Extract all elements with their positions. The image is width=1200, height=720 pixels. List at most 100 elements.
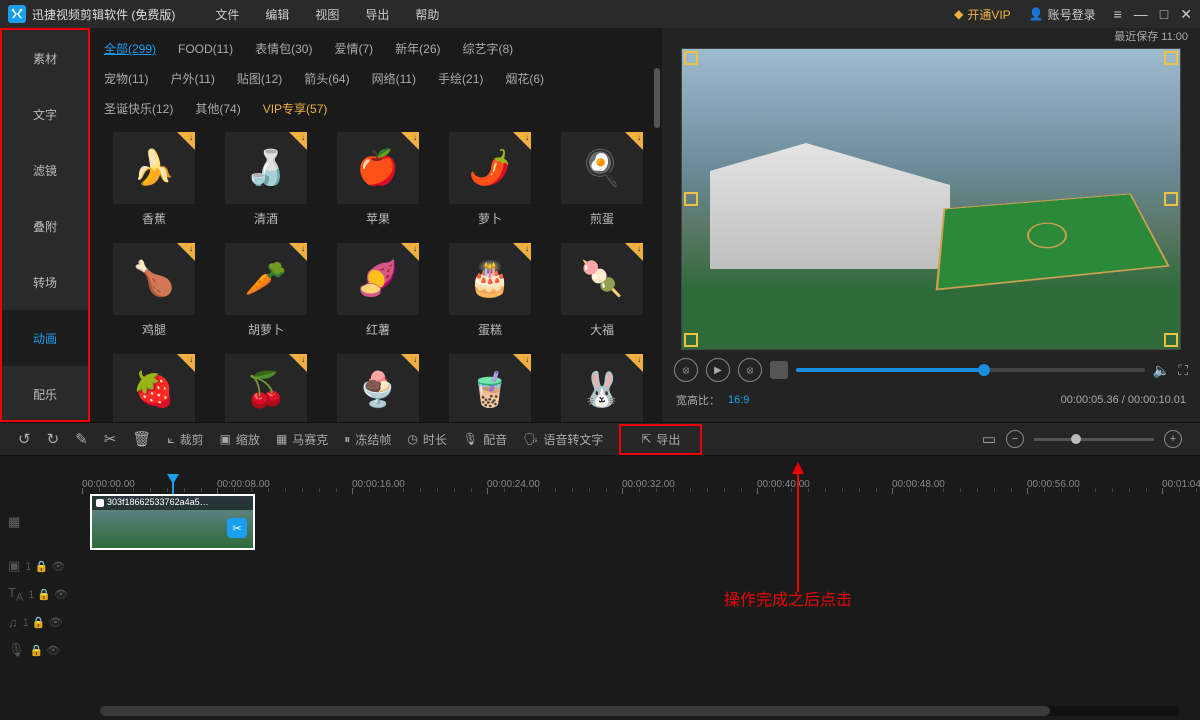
crop-handle[interactable] [684, 51, 698, 65]
asset-item[interactable]: 🍗↓鸡腿 [104, 243, 204, 338]
menu-export[interactable]: 导出 [365, 6, 389, 23]
zoom-tool[interactable]: ▣缩放 [220, 431, 260, 448]
scrollbar-thumb[interactable] [654, 68, 660, 128]
volume-icon[interactable]: 🔈 [1153, 362, 1170, 379]
asset-item[interactable]: 🍨↓冰淇淋 [328, 354, 428, 422]
menu-view[interactable]: 视图 [315, 6, 339, 23]
asset-item[interactable]: 🎂↓蛋糕 [440, 243, 540, 338]
minimize-button[interactable]: — [1134, 6, 1148, 23]
freeze-tool[interactable]: ⏸冻结帧 [344, 431, 391, 448]
next-frame-button[interactable]: ⦻ [738, 358, 762, 382]
mosaic-tool[interactable]: ▦马赛克 [276, 431, 328, 448]
duration-tool[interactable]: ◷时长 [407, 431, 447, 448]
asset-item[interactable]: 🍒↓樱桃 [216, 354, 316, 422]
fit-icon[interactable]: ▭ [982, 430, 996, 448]
time-ruler[interactable]: 00:00:00.0000:00:08.0000:00:16.0000:00:2… [0, 456, 1200, 492]
overlay-track[interactable]: ▣1 🔒 👁 [8, 552, 1200, 580]
asset-label: 大福 [552, 321, 652, 338]
asset-item[interactable]: 🍶↓ 清酒 [216, 132, 316, 227]
playback-time: 00:00:05.36 / 00:00:10.01 [1061, 394, 1186, 406]
voice-track[interactable]: 🎙 🔒 👁 [8, 636, 1200, 664]
text-track[interactable]: TA1 🔒 👁 [8, 580, 1200, 608]
category-tag[interactable]: VIP专享(57) [263, 98, 328, 120]
category-tag[interactable]: 网络(11) [372, 68, 416, 90]
delete-icon[interactable]: 🗑 [132, 430, 151, 448]
fullscreen-icon[interactable]: ⛶ [1178, 362, 1188, 379]
sidebar-item-overlay[interactable]: 叠附 [2, 198, 88, 254]
category-tag[interactable]: 圣诞快乐(12) [104, 98, 173, 120]
preview-viewport[interactable] [681, 48, 1181, 350]
sidebar-item-material[interactable]: 素材 [2, 30, 88, 86]
ruler-mark: 00:00:08.00 [217, 479, 270, 490]
asset-item[interactable]: 🍳↓煎蛋 [552, 132, 652, 227]
category-tag[interactable]: 户外(11) [170, 68, 214, 90]
download-icon: ↓ [525, 133, 529, 142]
menu-edit[interactable]: 编辑 [265, 6, 289, 23]
audio-track[interactable]: ♫1 🔒 👁 [8, 608, 1200, 636]
zoom-out-button[interactable]: − [1006, 430, 1024, 448]
category-tag[interactable]: 新年(26) [395, 38, 440, 60]
asset-item[interactable]: 🧋↓奶茶 [440, 354, 540, 422]
close-button[interactable]: ✕ [1180, 6, 1192, 23]
hamburger-icon[interactable]: ≡ [1114, 6, 1122, 23]
category-tag[interactable]: 全部(299) [104, 38, 156, 60]
asset-item[interactable]: 🍎↓苹果 [328, 132, 428, 227]
asset-item[interactable]: 🍡↓大福 [552, 243, 652, 338]
asset-item[interactable]: 🍌↓香蕉 [104, 132, 204, 227]
aspect-value[interactable]: 16:9 [728, 394, 749, 406]
category-tag[interactable]: 其他(74) [195, 98, 240, 120]
aspect-label: 宽高比： [676, 392, 720, 408]
category-tag[interactable]: 手绘(21) [438, 68, 483, 90]
window-controls: ≡ — □ ✕ [1114, 6, 1192, 23]
vip-button[interactable]: ◆ 开通VIP [954, 6, 1011, 23]
crop-handle[interactable] [1164, 51, 1178, 65]
zoom-in-button[interactable]: + [1164, 430, 1182, 448]
login-button[interactable]: 👤 账号登录 [1029, 6, 1096, 23]
sidebar-item-music[interactable]: 配乐 [2, 366, 88, 422]
asset-item[interactable]: 🥕↓胡萝卜 [216, 243, 316, 338]
sidebar-item-transition[interactable]: 转场 [2, 254, 88, 310]
asset-item[interactable]: 🍓↓草莓 [104, 354, 204, 422]
asset-item[interactable]: 🐰↓兔子 [552, 354, 652, 422]
asset-item[interactable]: 🍠↓红薯 [328, 243, 428, 338]
sidebar-item-animation[interactable]: 动画 [2, 310, 88, 366]
edit-icon[interactable]: ✎ [75, 430, 88, 448]
asset-thumb: 🍗↓ [113, 243, 195, 315]
category-tag[interactable]: 贴图(12) [237, 68, 282, 90]
crop-handle[interactable] [684, 333, 698, 347]
crop-tool[interactable]: ⟀裁剪 [167, 431, 203, 448]
menu-help[interactable]: 帮助 [415, 6, 439, 23]
category-tag[interactable]: 爱情(7) [334, 38, 373, 60]
category-tag[interactable]: 宠物(11) [104, 68, 148, 90]
asset-item[interactable]: 🌶️↓萝卜 [440, 132, 540, 227]
category-tag[interactable]: 烟花(6) [505, 68, 544, 90]
redo-button[interactable]: ↻ [47, 430, 60, 448]
sidebar-item-filter[interactable]: 滤镜 [2, 142, 88, 198]
asset-label: 清酒 [216, 210, 316, 227]
stt-tool[interactable]: 🗣语音转文字 [523, 431, 603, 448]
category-tag[interactable]: 表情包(30) [255, 38, 312, 60]
prev-frame-button[interactable]: ⦻ [674, 358, 698, 382]
menu-file[interactable]: 文件 [215, 6, 239, 23]
category-tag[interactable]: 综艺字(8) [463, 38, 514, 60]
cut-icon[interactable]: ✂ [104, 430, 117, 448]
crop-handle[interactable] [1164, 192, 1178, 206]
sidebar-item-text[interactable]: 文字 [2, 86, 88, 142]
stop-button[interactable] [770, 361, 788, 379]
crop-handle[interactable] [684, 192, 698, 206]
undo-button[interactable]: ↺ [18, 430, 31, 448]
category-tag[interactable]: FOOD(11) [178, 38, 233, 60]
asset-thumb: 🍶↓ [225, 132, 307, 204]
video-clip[interactable]: 303f18662533762a4a5… ✂ [90, 494, 255, 550]
maximize-button[interactable]: □ [1160, 6, 1168, 23]
category-tag[interactable]: 箭头(64) [304, 68, 349, 90]
play-button[interactable]: ▶ [706, 358, 730, 382]
dub-tool[interactable]: 🎙配音 [463, 431, 507, 448]
crop-handle[interactable] [1164, 333, 1178, 347]
download-icon: ↓ [189, 244, 193, 253]
zoom-slider[interactable] [1034, 438, 1154, 441]
video-track[interactable]: ▦ 303f18662533762a4a5… ✂ [8, 492, 1200, 552]
playback-slider[interactable] [796, 368, 1145, 372]
export-button[interactable]: ⇱导出 [619, 424, 702, 455]
timeline-scrollbar[interactable] [100, 706, 1180, 716]
